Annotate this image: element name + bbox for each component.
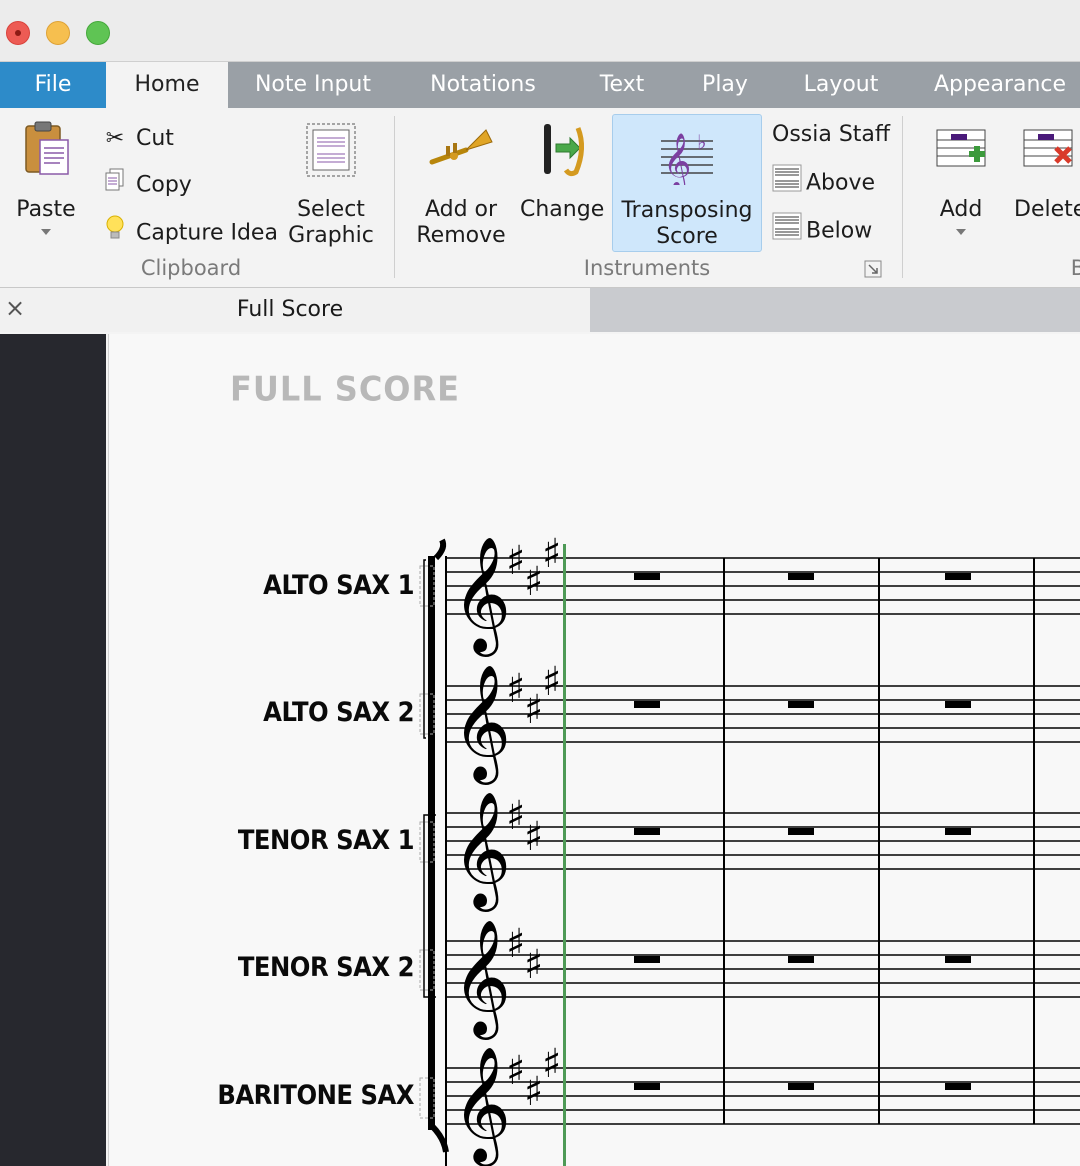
whole-rest (634, 956, 660, 963)
sharp-icon: ♯ (506, 666, 525, 712)
whole-rest (788, 956, 814, 963)
score-notation: 𝄞𝄞𝄞𝄞𝄞 ♯♯♯♯♯♯♯♯♯♯♯♯♯ (419, 531, 1080, 1166)
playback-line[interactable] (563, 544, 566, 1166)
sharp-icon: ♯ (506, 538, 525, 584)
sharp-icon: ♯ (506, 793, 525, 839)
clefs: 𝄞𝄞𝄞𝄞𝄞 (452, 535, 511, 1166)
sharp-icon: ♯ (524, 559, 543, 605)
sharp-icon: ♯ (524, 814, 543, 860)
whole-rest (945, 573, 971, 580)
treble-clef-icon: 𝄞 (452, 535, 511, 657)
sharp-icon: ♯ (506, 1048, 525, 1094)
whole-rest (788, 1083, 814, 1090)
whole-rest (945, 1083, 971, 1090)
sharp-icon: ♯ (524, 687, 543, 733)
whole-rest (945, 828, 971, 835)
treble-clef-icon: 𝄞 (452, 1045, 511, 1166)
treble-clef-icon: 𝄞 (452, 663, 511, 785)
whole-rest (634, 701, 660, 708)
whole-rest (945, 956, 971, 963)
sharp-icon: ♯ (542, 659, 561, 705)
whole-rest (788, 828, 814, 835)
whole-rest (788, 573, 814, 580)
whole-rest (634, 828, 660, 835)
sharp-icon: ♯ (542, 531, 561, 577)
treble-clef-icon: 𝄞 (452, 918, 511, 1040)
sharp-icon: ♯ (506, 921, 525, 967)
key-signatures: ♯♯♯♯♯♯♯♯♯♯♯♯♯ (506, 531, 561, 1115)
whole-rest (788, 701, 814, 708)
whole-rest (634, 1083, 660, 1090)
sharp-icon: ♯ (524, 1069, 543, 1115)
whole-rest (634, 573, 660, 580)
sharp-icon: ♯ (524, 942, 543, 988)
whole-rest (945, 701, 971, 708)
sharp-icon: ♯ (542, 1041, 561, 1087)
score-brackets (419, 538, 449, 1166)
whole-rests (634, 573, 971, 1090)
treble-clef-icon: 𝄞 (452, 790, 511, 912)
